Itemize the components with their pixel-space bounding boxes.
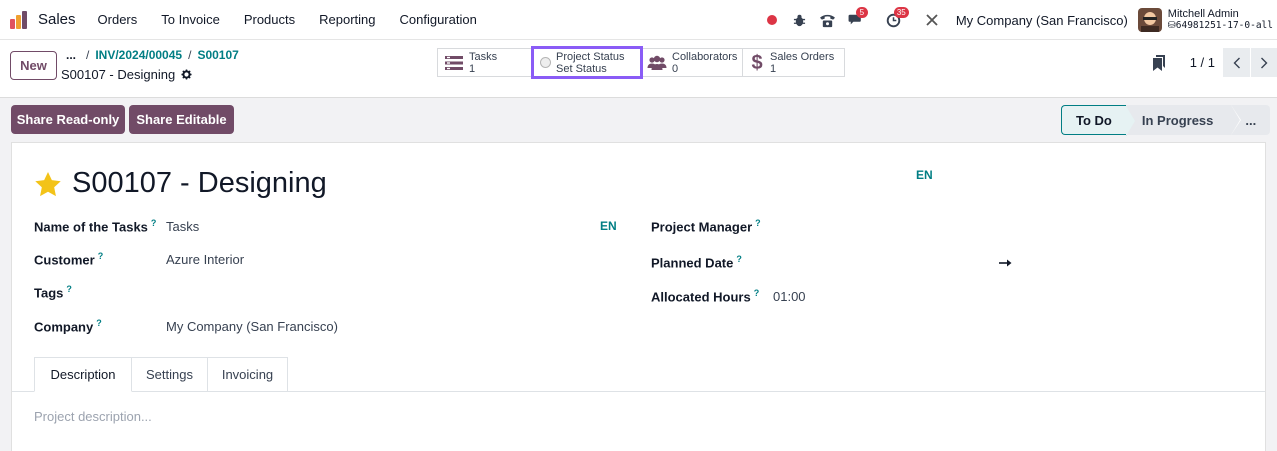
sales-orders-stat-button[interactable]: $ Sales Orders 1 — [742, 48, 845, 77]
name-of-tasks-label: Name of the Tasks? — [34, 218, 157, 235]
control-panel: New ... / INV/2024/00045 / S00107 S00107… — [0, 40, 1277, 98]
menu-products[interactable]: Products — [244, 12, 295, 27]
new-button[interactable]: New — [10, 51, 57, 80]
company-switcher[interactable]: My Company (San Francisco) — [956, 13, 1128, 28]
description-editor[interactable]: Project description... — [34, 409, 152, 424]
share-editable-button[interactable]: Share Editable — [129, 105, 234, 134]
customer-field[interactable]: Azure Interior — [166, 252, 244, 267]
apps-menu-icon[interactable] — [9, 9, 31, 31]
user-name: Mitchell Admin — [1167, 8, 1239, 20]
breadcrumb-separator: / — [188, 48, 192, 62]
planned-date-label: Planned Date? — [651, 254, 742, 271]
notebook-tabs: Description Settings Invoicing — [34, 357, 288, 392]
menu-to-invoice[interactable]: To Invoice — [161, 12, 220, 27]
database-icon: ⛁ — [1167, 20, 1176, 31]
record-name-field[interactable]: S00107 - Designing — [72, 167, 327, 200]
tab-settings[interactable]: Settings — [131, 357, 208, 392]
activities-clock-icon[interactable]: 35 — [880, 6, 909, 34]
dollar-icon: $ — [751, 51, 763, 74]
record-status-dot-icon[interactable] — [758, 6, 786, 34]
radio-icon — [540, 57, 551, 68]
user-avatar[interactable] — [1137, 8, 1162, 32]
stage-in-progress[interactable]: In Progress — [1125, 105, 1242, 135]
tasks-language-button[interactable]: EN — [600, 219, 617, 233]
record-title: S00107 - Designing — [61, 67, 192, 82]
tab-description[interactable]: Description — [34, 357, 132, 392]
project-status-stat-button[interactable]: Project Status Set Status — [531, 46, 643, 79]
customer-label: Customer? — [34, 251, 104, 268]
arrow-right-icon — [999, 259, 1012, 267]
planned-date-start-field[interactable] — [773, 255, 993, 271]
breadcrumb-separator: / — [86, 48, 90, 62]
chevron-right-icon — [1261, 57, 1268, 68]
tasks-icon — [444, 55, 464, 71]
breadcrumb-order[interactable]: S00107 — [197, 48, 238, 62]
tasks-stat-button[interactable]: Tasks 1 — [437, 48, 534, 77]
favorite-star-icon[interactable] — [34, 171, 62, 198]
stat-buttons: Tasks 1 Project Status Set Status Collabor… — [437, 46, 845, 79]
allocated-hours-field[interactable]: 01:00 — [773, 289, 806, 304]
menu-orders[interactable]: Orders — [98, 12, 138, 27]
menu-reporting[interactable]: Reporting — [319, 12, 375, 27]
tags-field[interactable] — [166, 285, 586, 301]
breadcrumb-invoice[interactable]: INV/2024/00045 — [95, 48, 182, 62]
bookmark-icon[interactable] — [1152, 54, 1165, 71]
user-info[interactable]: Mitchell Admin ⛁64981251-17-0-all — [1168, 8, 1273, 32]
project-manager-field[interactable] — [773, 219, 1193, 235]
allocated-hours-label: Allocated Hours? — [651, 288, 760, 305]
company-field[interactable]: My Company (San Francisco) — [166, 319, 338, 334]
company-label: Company? — [34, 318, 102, 335]
phone-icon[interactable] — [814, 6, 842, 34]
activities-badge: 35 — [893, 7, 909, 18]
debug-bug-icon[interactable] — [786, 6, 814, 34]
messages-badge: 5 — [855, 7, 868, 18]
users-icon — [647, 55, 667, 71]
breadcrumb-dots[interactable]: ... — [66, 48, 76, 62]
app-name[interactable]: Sales — [38, 11, 76, 28]
breadcrumb: / INV/2024/00045 / S00107 — [86, 48, 239, 62]
collaborators-stat-button[interactable]: Collaborators 0 — [640, 48, 743, 77]
chevron-left-icon — [1233, 57, 1240, 68]
pager: 1 / 1 — [1152, 48, 1277, 77]
share-readonly-button[interactable]: Share Read-only — [11, 105, 125, 134]
stage-to-do[interactable]: To Do — [1061, 105, 1136, 136]
project-manager-label: Project Manager? — [651, 218, 761, 235]
gear-icon[interactable] — [181, 69, 192, 80]
title-language-button[interactable]: EN — [916, 168, 933, 182]
name-of-tasks-field[interactable]: Tasks — [166, 219, 199, 234]
tab-invoicing[interactable]: Invoicing — [207, 357, 288, 392]
pager-previous-button[interactable] — [1223, 48, 1250, 77]
pager-value[interactable]: 1 / 1 — [1190, 55, 1215, 70]
tools-icon[interactable] — [918, 6, 946, 34]
form-sheet: S00107 - Designing EN Name of the Tasks?… — [11, 142, 1266, 451]
messages-icon[interactable]: 5 — [842, 6, 870, 34]
top-navbar: Sales Orders To Invoice Products Reporti… — [0, 0, 1277, 40]
tags-label: Tags? — [34, 284, 72, 301]
menu-configuration[interactable]: Configuration — [400, 12, 477, 27]
stage-pipeline: To Do In Progress ... — [1061, 105, 1271, 136]
pager-next-button[interactable] — [1250, 48, 1277, 77]
database-name: ⛁64981251-17-0-all — [1167, 20, 1273, 31]
status-row: Share Read-only Share Editable To Do In … — [0, 98, 1277, 142]
